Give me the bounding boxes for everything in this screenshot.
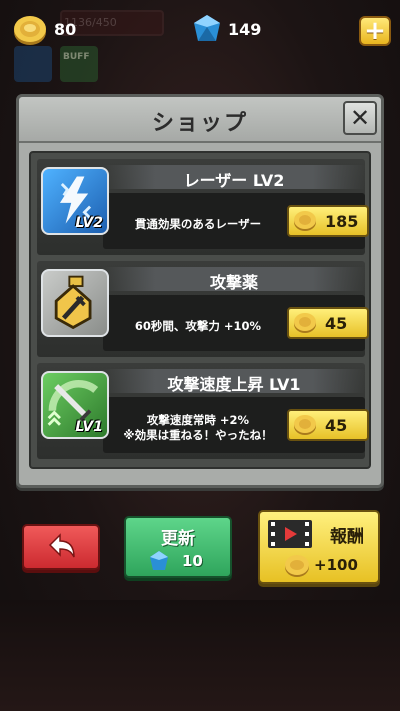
close-icon: ✕	[349, 104, 371, 132]
buff-slot-icon: BUFF	[60, 46, 98, 82]
back-arrow-icon	[48, 533, 75, 558]
skill-slot-icon	[14, 46, 52, 82]
shop-item-attack-potion: 攻撃薬 60秒間、攻撃力 +10% 45	[37, 261, 369, 357]
item-price: 45	[325, 314, 348, 333]
sword-speed-icon: LV1	[41, 371, 109, 439]
close-button[interactable]: ✕	[343, 101, 377, 135]
floor-background	[0, 600, 400, 711]
video-reward-button[interactable]: 報酬 +100	[258, 510, 380, 584]
top-hud: 1136/450 BUFF 80 149 +	[0, 0, 400, 92]
shop-title: ショップ	[151, 111, 248, 136]
item-price: 45	[325, 416, 348, 435]
item-description-line2: ※効果は重ねる！やったね！	[123, 428, 273, 442]
buy-button-attack-speed[interactable]: 45	[287, 409, 369, 441]
gem-count: 149	[228, 20, 262, 39]
item-description-line1: 攻撃速度常時 +2%	[146, 413, 250, 427]
coin-icon	[14, 16, 46, 45]
gem-icon	[150, 551, 168, 570]
item-price: 185	[325, 212, 359, 231]
potion-icon	[41, 269, 109, 337]
buy-button-attack-potion[interactable]: 45	[287, 307, 369, 339]
level-badge: LV1	[75, 419, 103, 435]
coin-icon	[285, 555, 309, 577]
buy-button-laser[interactable]: 185	[287, 205, 369, 237]
lightning-icon: LV2	[41, 167, 109, 235]
shop-dialog: ショップ ✕ レーザー LV2 LV2 貫通効果のあるレーザー 185 攻撃薬 …	[16, 94, 384, 488]
shop-item-attack-speed: 攻撃速度上昇 LV1 LV1 攻撃速度常時 +2% ※効果は重ねる！やったね！	[37, 363, 369, 459]
dialog-header: ショップ ✕	[19, 97, 381, 143]
refresh-cost: 10	[182, 552, 203, 570]
refresh-button[interactable]: 更新 10	[124, 516, 232, 578]
video-play-icon	[268, 520, 312, 548]
shop-item-list: レーザー LV2 LV2 貫通効果のあるレーザー 185 攻撃薬 60秒間、攻撃…	[29, 151, 371, 469]
coin-icon	[294, 415, 316, 435]
item-description: 60秒間、攻撃力 +10%	[134, 319, 262, 333]
buff-label: BUFF	[63, 52, 90, 62]
plus-icon: +	[364, 16, 386, 46]
back-button[interactable]	[22, 524, 100, 570]
shop-item-laser: レーザー LV2 LV2 貫通効果のあるレーザー 185	[37, 159, 369, 255]
add-currency-button[interactable]: +	[359, 16, 391, 46]
refresh-label: 更新	[161, 529, 195, 549]
item-name: 攻撃薬	[209, 273, 258, 292]
item-name: レーザー LV2	[183, 171, 285, 190]
level-badge: LV2	[75, 215, 103, 231]
gem-icon	[194, 15, 220, 41]
reward-label: 報酬	[330, 527, 364, 547]
item-description: 攻撃速度常時 +2% ※効果は重ねる！やったね！	[113, 413, 283, 443]
item-description: 貫通効果のあるレーザー	[134, 217, 262, 231]
coin-icon	[294, 211, 316, 231]
coin-count: 80	[54, 20, 77, 39]
item-name: 攻撃速度上昇 LV1	[167, 375, 301, 394]
coin-icon	[294, 313, 316, 333]
reward-amount: +100	[314, 556, 358, 574]
